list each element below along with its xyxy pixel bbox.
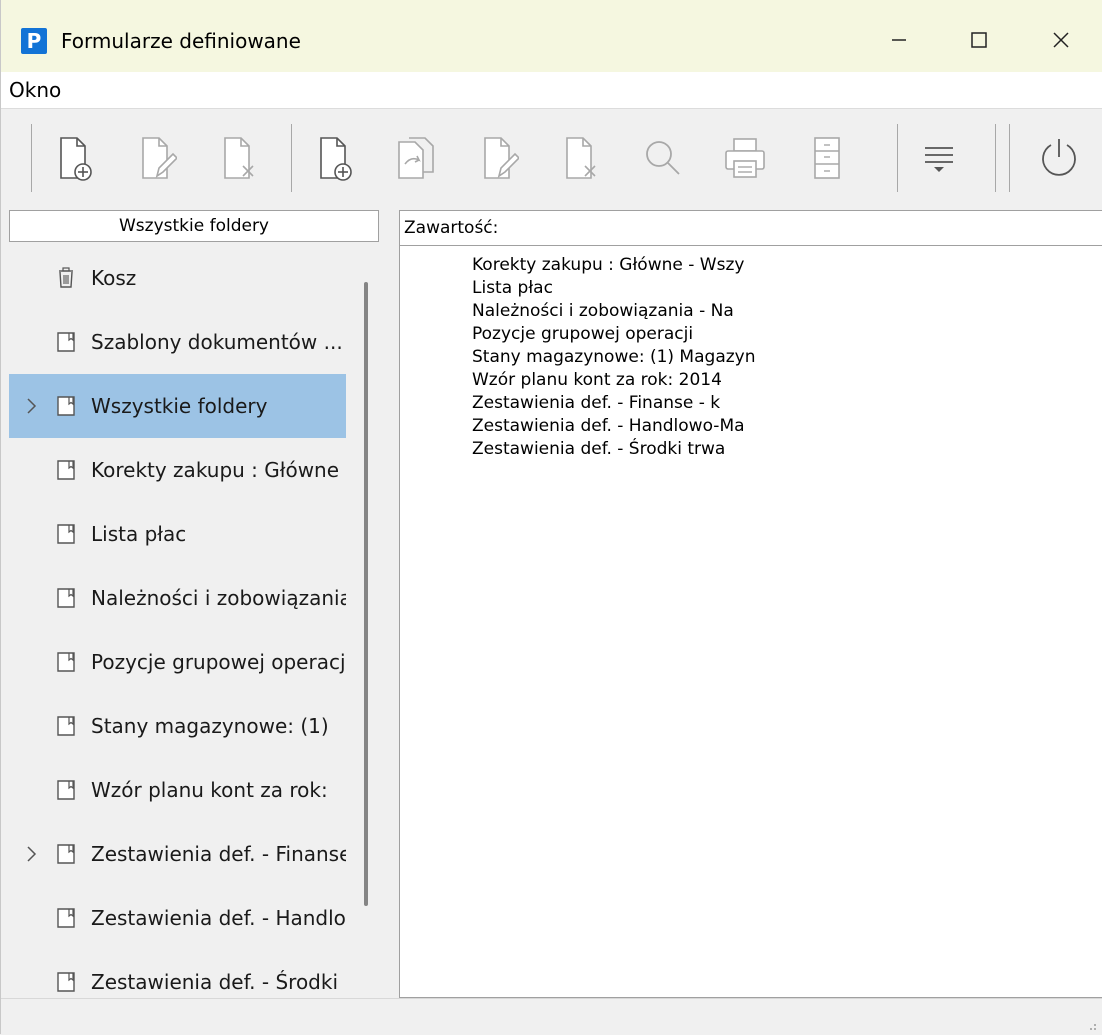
copy-document-icon [398,137,434,179]
toolbar-separator [995,124,996,192]
list-item[interactable]: Lista płac [472,277,553,300]
delete-document-icon [224,137,254,179]
folder-icon [57,972,75,992]
delete-document-icon [566,137,596,179]
folder-icon [57,524,75,544]
search-button[interactable] [631,126,695,190]
toolbar-separator [31,124,32,192]
tree-item[interactable]: Zestawienia def. - Handlowo [9,886,346,950]
menu-item-okno[interactable]: Okno [9,78,61,102]
tree-item[interactable]: Szablony dokumentów ... [9,310,346,374]
tree-item-label: Pozycje grupowej operacji [91,650,346,674]
edit-document-icon [142,137,177,179]
list-item[interactable]: Stany magazynowe: (1) Magazyn [472,346,756,369]
tree-item-label: Zestawienia def. - Środki [91,970,339,994]
folder-icon [57,588,75,608]
app-icon: P [21,28,47,54]
toolbar-separator [897,124,898,192]
new-form-button[interactable] [43,126,107,190]
folder-icon [57,780,75,800]
chevron-right-icon[interactable] [25,842,39,866]
folder-icon [57,844,75,864]
contents-header: Zawartość: [399,210,1102,246]
edit-form-button[interactable] [125,126,189,190]
list-item[interactable]: Wzór planu kont za rok: 2014 [472,369,722,392]
tree-item[interactable]: Zestawienia def. - Środki [9,950,346,998]
tree-item[interactable]: Kosz [9,246,346,310]
tree-item-label: Zestawienia def. - Finanse [91,842,346,866]
contents-list[interactable]: Korekty zakupu : Główne - Wszy Lista płac… [399,246,1102,998]
status-bar [1,998,1102,1035]
new-folder-button[interactable] [303,126,367,190]
folder-icon [57,652,75,672]
tree-item-label: Wszystkie foldery [91,394,268,418]
tree-item[interactable]: Lista płac [9,502,346,566]
title-bar[interactable]: P Formularze definiowane [1,0,1102,72]
archive-button[interactable] [795,126,859,190]
tree-item[interactable]: Wzór planu kont za rok: [9,758,346,822]
edit-document-icon [484,137,519,179]
list-item[interactable]: Zestawienia def. - Handlowo-Ma [472,415,745,438]
new-document-icon [320,137,352,181]
list-item[interactable]: Należności i zobowiązania - Na [472,300,734,323]
toolbar-separator [291,124,292,192]
tree-item-label: Stany magazynowe: (1) [91,714,329,738]
exit-button[interactable] [1027,126,1091,190]
tree-item[interactable]: Wszystkie foldery [9,374,346,438]
tree-item-label: Korekty zakupu : Główne [91,458,340,482]
list-item[interactable]: Zestawienia def. - Finanse - k [472,392,720,415]
list-item[interactable]: Korekty zakupu : Główne - Wszy [472,254,744,277]
list-item[interactable]: Pozycje grupowej operacji [472,323,693,346]
menu-bar: Okno [1,72,1102,109]
trash-icon [59,267,73,288]
delete-form-button[interactable] [207,126,271,190]
filter-button[interactable] [907,126,971,190]
print-icon [725,138,765,178]
new-document-icon [60,137,92,181]
maximize-icon [971,32,987,48]
copy-button[interactable] [385,126,449,190]
tree-item[interactable]: Zestawienia def. - Finanse [9,822,346,886]
search-icon [646,141,680,175]
folder-icon [57,716,75,736]
app-window: P Formularze definiowane Okno Wszystkie … [0,0,1102,1035]
tree-item[interactable]: Stany magazynowe: (1) [9,694,346,758]
folder-icon [57,908,75,928]
power-icon [1042,139,1076,176]
tree-item[interactable]: Korekty zakupu : Główne [9,438,346,502]
toolbar-separator [1009,124,1010,192]
close-button[interactable] [1021,14,1101,66]
minimize-icon [892,39,906,41]
tree-item-label: Wzór planu kont za rok: [91,778,328,802]
toolbar [1,110,1102,206]
tree-item-label: Zestawienia def. - Handlowo [91,906,346,930]
list-item[interactable]: Zestawienia def. - Środki trwa [472,438,725,461]
window-title: Formularze definiowane [61,29,301,53]
folder-icon [57,396,75,416]
resize-grip-icon[interactable] [1083,1017,1097,1031]
folder-icon [57,460,75,480]
minimize-button[interactable] [859,14,939,66]
close-icon [1053,32,1069,48]
tree-item-label: Szablony dokumentów ... [91,330,343,354]
cabinet-icon [814,137,840,179]
print-button[interactable] [713,126,777,190]
filter-list-icon [925,147,953,172]
tree-item-label: Należności i zobowiązania [91,586,346,610]
folders-header[interactable]: Wszystkie foldery [9,210,379,242]
tree-item-label: Lista płac [91,522,187,546]
maximize-button[interactable] [939,14,1019,66]
folder-tree[interactable]: Kosz Szablony dokumentów ... Wszystkie fol… [9,246,379,998]
scrollbar-thumb[interactable] [364,282,368,906]
tree-item[interactable]: Należności i zobowiązania [9,566,346,630]
tree-item-label: Kosz [91,266,137,290]
folder-icon [57,332,75,352]
delete-button[interactable] [549,126,613,190]
chevron-right-icon[interactable] [25,394,39,418]
tree-item[interactable]: Pozycje grupowej operacji [9,630,346,694]
edit-button[interactable] [467,126,531,190]
